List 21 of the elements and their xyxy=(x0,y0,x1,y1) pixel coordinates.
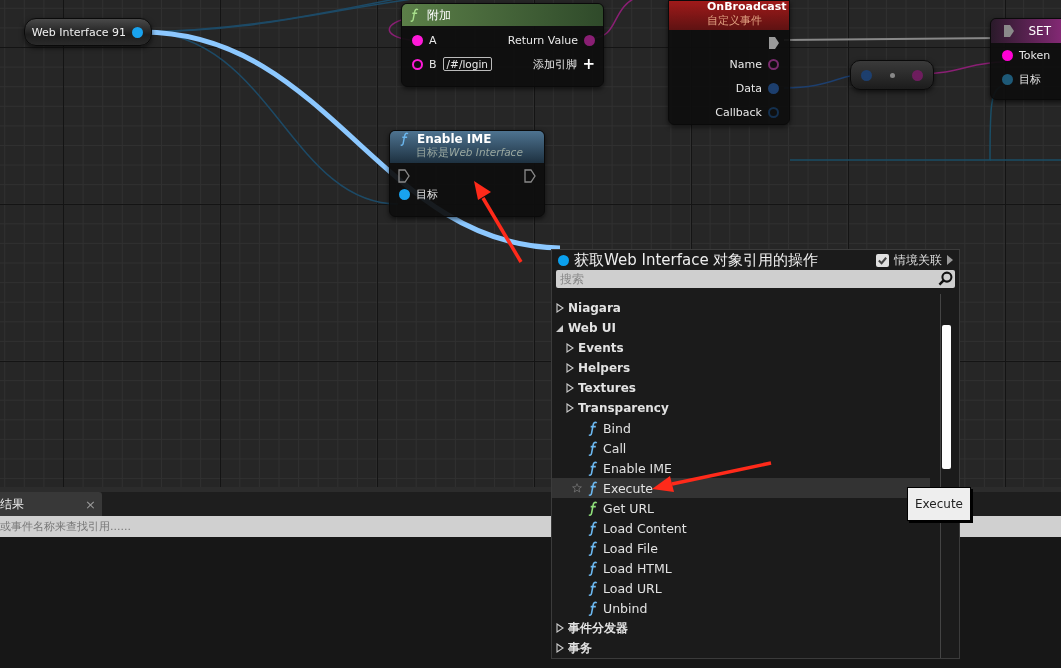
node-title: OnBroadcast xyxy=(707,1,787,13)
node-title: Enable IME xyxy=(417,132,492,146)
checkbox-label: 情境关联 xyxy=(894,251,942,269)
pin-label: A xyxy=(429,33,437,47)
pin-label: Return Value xyxy=(507,33,578,47)
pin-label: B xyxy=(429,57,437,71)
add-pin-label: 添加引脚 xyxy=(533,56,578,72)
node-title: SET xyxy=(1028,24,1051,38)
pin-label: 目标 xyxy=(1019,71,1041,87)
variable-label: Web Interface 91 xyxy=(31,25,126,39)
pin-label: 目标 xyxy=(416,186,438,202)
menu-title: 获取Web Interface 对象引用的操作 xyxy=(574,250,820,270)
node-subtitle: 自定义事件 xyxy=(707,13,762,28)
tab-label: 结果 xyxy=(0,495,24,513)
node-subtitle: 目标是Web Interface xyxy=(415,146,523,160)
pin-label: Data xyxy=(735,81,762,95)
pin-label: Token xyxy=(1019,48,1051,62)
pin-label: Callback xyxy=(715,105,762,119)
tooltip: Execute xyxy=(907,487,971,521)
pin-label: Name xyxy=(729,57,762,71)
node-title: 附加 xyxy=(427,6,451,24)
